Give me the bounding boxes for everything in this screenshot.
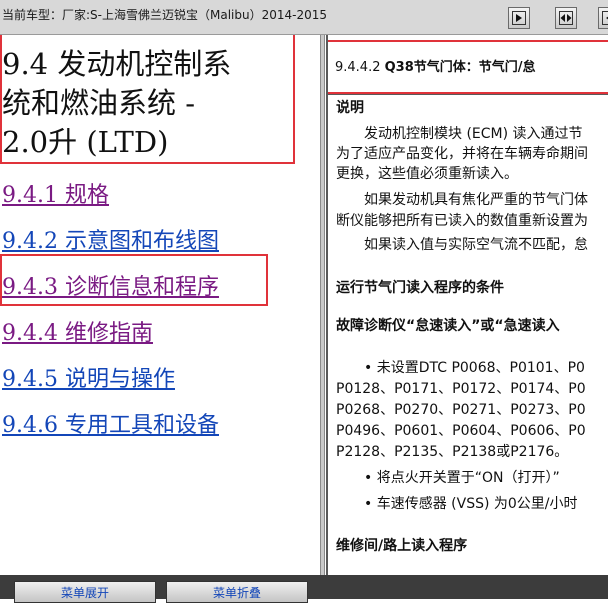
toc-link-specifications[interactable]: 9.4.1 规格: [2, 177, 109, 209]
bullet-line: • 车速传感器 (VSS) 为0公里/小时: [336, 493, 578, 513]
bullet-line: • 将点火开关置于“ON（打开）”: [336, 467, 560, 487]
heading-scan-tool: 故障诊断仪“怠速读入”或“急速读入: [336, 315, 560, 335]
bottom-bar: 菜单展开 菜单折叠: [0, 575, 608, 599]
dtc-line: P0128、P0171、P0172、P0174、P0: [336, 378, 586, 398]
body-line: 更换，这些值必须重新读入。: [336, 163, 518, 183]
window-title: 当前车型：厂家:S-上海雪佛兰迈锐宝（Malibu）2014-2015: [2, 6, 327, 23]
bullet-line: • 未设置DTC P0068、P0101、P0: [336, 357, 585, 377]
pane-arrow-right-icon: [512, 11, 526, 25]
pane-splitter[interactable]: [320, 35, 325, 575]
body-line: 发动机控制模块 (ECM) 读入通过节: [336, 123, 583, 143]
toc-link-repair-guide[interactable]: 9.4.4 维修指南: [2, 315, 153, 347]
body-line: 如果发动机具有焦化严重的节气门体: [336, 189, 588, 209]
toc-highlight-box: [0, 254, 268, 306]
dtc-line: P2128、P2135、P2138或P2176。: [336, 441, 568, 461]
toc-link-description-operation[interactable]: 9.4.5 说明与操作: [2, 361, 175, 393]
body-line: 断仪能够把所有已读入的数值重新设置为: [336, 210, 588, 230]
heading-conditions: 运行节气门读入程序的条件: [336, 277, 504, 297]
pane-arrow-left-icon: [602, 11, 608, 25]
heading-relearn: 维修间/路上读入程序: [336, 535, 467, 555]
dtc-line: P0496、P0601、P0604、P0606、P0: [336, 420, 586, 440]
body-line: 为了适应产品变化，并将在车辆寿命期间: [336, 143, 588, 163]
body-line: 如果读入值与实际空气流不匹配，怠: [336, 234, 588, 254]
pane-arrows-split-icon: [559, 11, 573, 25]
content-pane: 9.4.4.2 Q38节气门体：节气门/怠 说明 发动机控制模块 (ECM) 读…: [326, 35, 608, 575]
menu-collapse-button[interactable]: 菜单折叠: [166, 581, 308, 603]
split-pane-button[interactable]: [555, 7, 577, 29]
toc-link-schematics[interactable]: 9.4.2 示意图和布线图: [2, 223, 219, 255]
heading-description: 说明: [336, 97, 364, 117]
toc-link-special-tools[interactable]: 9.4.6 专用工具和设备: [2, 407, 219, 439]
menu-expand-button[interactable]: 菜单展开: [14, 581, 156, 603]
title-bar: 当前车型：厂家:S-上海雪佛兰迈锐宝（Malibu）2014-2015: [0, 0, 608, 35]
collapse-left-pane-button[interactable]: [508, 7, 530, 29]
toc-pane: 9.4 发动机控制系 统和燃油系统 - 2.0升 (LTD) 9.4.1 规格 …: [0, 35, 320, 575]
title-highlight-box: [0, 35, 295, 164]
collapse-right-pane-button[interactable]: [598, 7, 608, 29]
dtc-line: P0268、P0270、P0271、P0273、P0: [336, 399, 586, 419]
section-highlight-box: [326, 40, 608, 94]
